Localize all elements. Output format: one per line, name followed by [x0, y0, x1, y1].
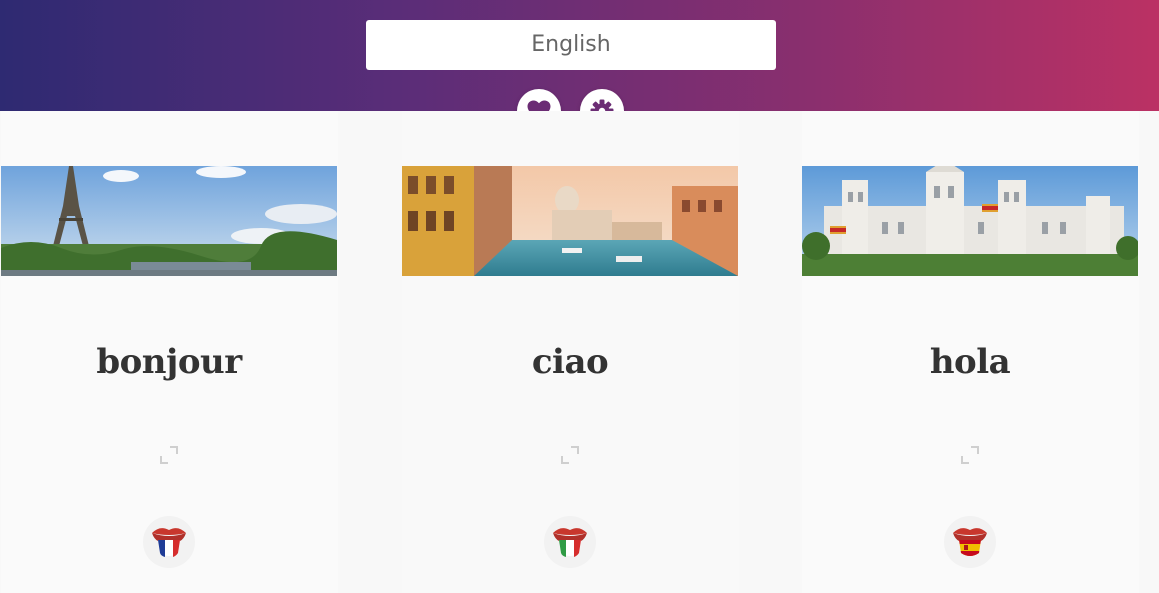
- card-image-paris: [1, 166, 337, 276]
- card-image-venice: [402, 166, 738, 276]
- phrase-card-italian[interactable]: ciao: [402, 111, 739, 593]
- italy-flag-lips-icon: [553, 528, 587, 557]
- spain-flag-lips-icon: [953, 528, 987, 556]
- language-input[interactable]: [366, 20, 776, 70]
- pronounce-button-france[interactable]: [143, 516, 195, 568]
- header-bar: [0, 0, 1159, 133]
- phrase-word: hola: [929, 342, 1011, 382]
- phrase-card-spanish[interactable]: hola: [802, 111, 1139, 593]
- pronounce-button-spain[interactable]: [944, 516, 996, 568]
- card-image-madrid: [802, 166, 1138, 276]
- expand-icon[interactable]: [158, 444, 180, 466]
- expand-icon[interactable]: [959, 444, 981, 466]
- phrase-word: bonjour: [96, 342, 242, 382]
- phrase-card-french[interactable]: bonjour: [1, 111, 338, 593]
- pronounce-button-italy[interactable]: [544, 516, 596, 568]
- expand-icon[interactable]: [559, 444, 581, 466]
- france-flag-lips-icon: [152, 528, 186, 557]
- phrase-word: ciao: [531, 342, 609, 382]
